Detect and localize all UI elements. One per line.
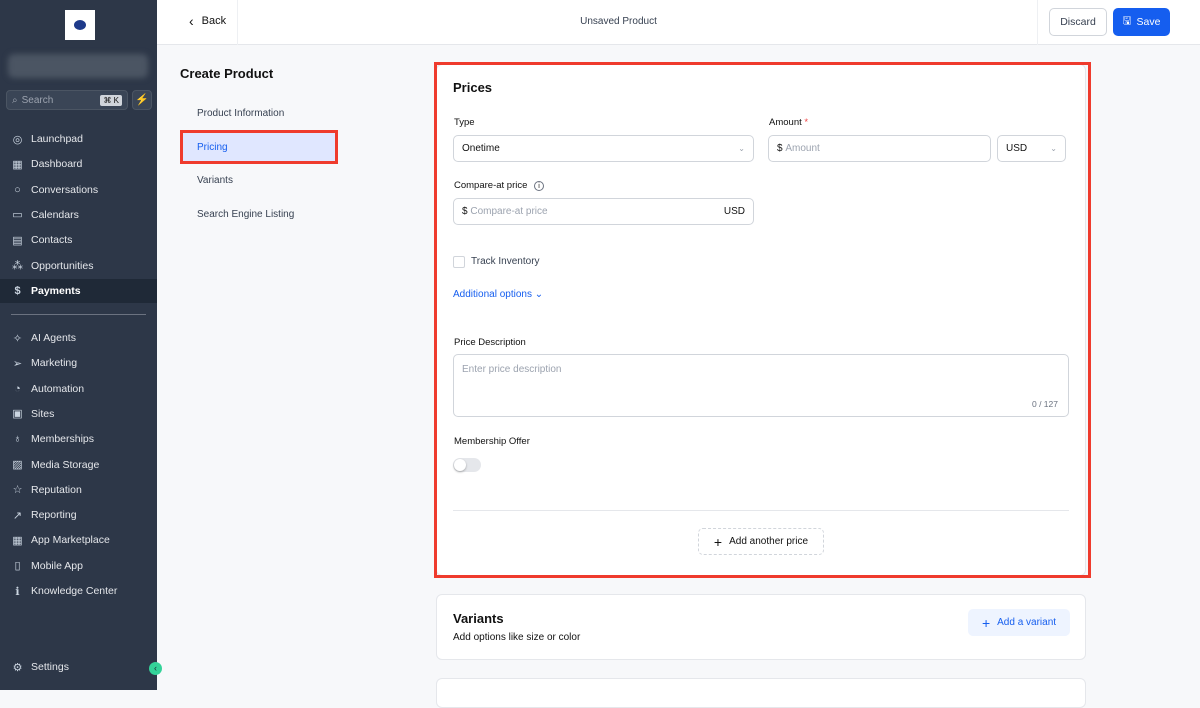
sidebar-item-settings[interactable]: ⚙ Settings [0,655,157,679]
type-label: Type [454,117,475,128]
reputation-icon: ☆ [12,484,23,497]
reporting-icon: ↗ [12,509,23,522]
sidebar-item-marketing[interactable]: ➢ Marketing [0,351,157,375]
info-icon: i [534,181,545,191]
chevron-down-icon: ⌄ [738,144,745,153]
type-select[interactable]: Onetime ⌄ [453,135,754,162]
sidebar-item-calendars[interactable]: ▭ Calendars [0,203,157,227]
sidebar-item-media-storage[interactable]: ▨ Media Storage [0,453,157,477]
dashboard-icon: ▦ [12,158,23,171]
floppy-disk-icon: 🖫 [1122,15,1132,27]
divider [11,314,146,315]
sidebar-item-launchpad[interactable]: ◎ Launchpad [0,127,157,151]
additional-options-link[interactable]: Additional options ⌄ [453,289,543,300]
chevron-down-icon: ⌄ [1050,144,1057,153]
sidebar-item-app-marketplace[interactable]: ▦ App Marketplace [0,528,157,552]
sites-icon: ▣ [12,408,23,421]
ai-agents-icon: ✧ [12,332,23,345]
app-marketplace-icon: ▦ [12,534,23,547]
plus-icon: + [981,614,991,631]
sidebar-item-conversations[interactable]: ○ Conversations [0,178,157,202]
add-another-price-button[interactable]: + Add another price [698,528,824,555]
sidebar-item-reporting[interactable]: ↗ Reporting [0,503,157,527]
memberships-icon: ♁ [13,433,22,446]
sidebar-item-payments[interactable]: $ Payments [0,278,157,303]
nav-search-engine-listing[interactable]: Search Engine Listing [197,209,294,220]
membership-offer-toggle[interactable] [453,458,481,472]
knowledge-center-icon: ℹ [15,585,20,598]
track-inventory-checkbox[interactable] [453,256,465,268]
page-title: Unsaved Product [580,16,657,27]
amount-input[interactable]: $ Amount [768,135,991,162]
track-inventory-label: Track Inventory [471,256,540,267]
price-description-label: Price Description [454,337,526,348]
sidebar-item-knowledge-center[interactable]: ℹ Knowledge Center [0,579,157,603]
search-input[interactable]: ⌕ Search ⌘ K [6,90,128,110]
calendars-icon: ▭ [12,209,23,222]
discard-button[interactable]: Discard [1049,8,1107,36]
next-card [436,678,1086,708]
sidebar-item-automation[interactable]: ◔ Automation [0,377,157,401]
price-description-textarea[interactable]: Enter price description 0 / 127 [453,354,1069,417]
compare-at-price-input[interactable]: $ Compare-at price USD [453,198,754,225]
payments-icon: $ [14,284,21,297]
media-storage-icon: ▨ [12,459,23,471]
amount-label: Amount * [769,117,809,128]
variants-title: Variants [453,611,504,626]
gear-icon: ⚙ [12,661,23,674]
prices-title: Prices [453,80,493,95]
membership-offer-label: Membership Offer [454,436,530,447]
conversations-icon: ○ [14,183,21,196]
sidebar-item-ai-agents[interactable]: ✧ AI Agents [0,326,157,350]
shortcut-badge: ⌘ K [100,94,122,106]
opportunities-icon: ⁂ [12,260,23,272]
currency-select[interactable]: USD ⌄ [997,135,1066,162]
contacts-icon: ▤ [12,234,23,247]
automation-icon: ◔ [14,382,21,395]
nav-pricing[interactable]: Pricing [180,130,338,164]
top-bar: ‹ Back Unsaved Product Discard 🖫 Save [157,0,1200,45]
sidebar-item-sites[interactable]: ▣ Sites [0,402,157,426]
section-heading: Create Product [180,66,274,81]
nav-product-information[interactable]: Product Information [197,108,284,119]
sidebar-item-mobile-app[interactable]: ▯ Mobile App [0,554,157,578]
nav-variants[interactable]: Variants [197,175,233,186]
sidebar-item-contacts[interactable]: ▤ Contacts [0,228,157,252]
compare-label: Compare-at price i [454,180,545,191]
account-switcher[interactable] [8,54,148,78]
char-count: 0 / 127 [1032,399,1058,409]
sidebar: ⌕ Search ⌘ K ⚡ ◎ Launchpad ▦ Dashboard ○ Conver… [0,0,162,690]
divider [453,510,1069,511]
plus-icon: + [713,533,723,550]
save-button[interactable]: 🖫 Save [1113,8,1170,36]
launchpad-icon: ◎ [12,133,23,146]
add-variant-button[interactable]: + Add a variant [968,609,1070,636]
sidebar-item-reputation[interactable]: ☆ Reputation [0,478,157,502]
search-icon: ⌕ [12,94,18,106]
quick-action-button[interactable]: ⚡ [132,90,152,110]
collapse-sidebar-button[interactable]: ‹ [149,662,162,675]
sidebar-item-memberships[interactable]: ♁ Memberships [0,427,157,451]
sidebar-item-dashboard[interactable]: ▦ Dashboard [0,152,157,176]
mobile-app-icon: ▯ [14,560,21,573]
sidebar-item-opportunities[interactable]: ⁂ Opportunities [0,254,157,278]
company-logo[interactable] [65,10,95,40]
variants-subtitle: Add options like size or color [453,632,581,643]
marketing-icon: ➢ [12,357,23,370]
